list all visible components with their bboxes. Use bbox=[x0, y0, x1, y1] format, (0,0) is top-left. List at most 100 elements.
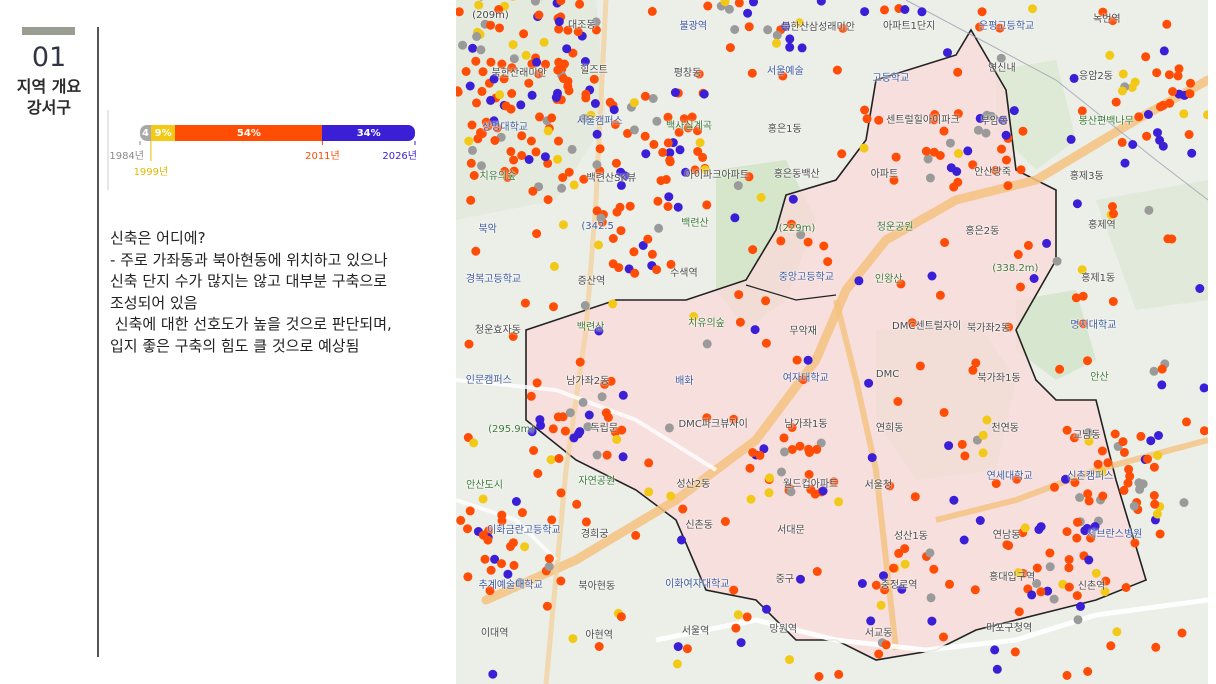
apartment-marker bbox=[477, 86, 487, 96]
apartment-marker bbox=[949, 495, 959, 505]
apartment-marker bbox=[472, 32, 482, 41]
apartment-marker bbox=[463, 572, 473, 582]
apartment-marker bbox=[1084, 555, 1094, 565]
apartment-marker bbox=[1141, 52, 1151, 62]
apartment-marker bbox=[871, 580, 881, 590]
map-place-label: 자연공원 bbox=[578, 475, 616, 487]
apartment-marker bbox=[1156, 102, 1165, 112]
apartment-marker bbox=[1072, 591, 1082, 601]
apartment-marker bbox=[463, 524, 472, 534]
apartment-marker bbox=[1159, 46, 1169, 56]
map-place-label: 상명대학교 bbox=[481, 122, 528, 134]
map-place-label: (229m) bbox=[778, 222, 816, 234]
apartment-marker bbox=[1103, 458, 1113, 468]
apartment-marker bbox=[554, 136, 563, 146]
apartment-marker bbox=[673, 642, 683, 652]
apartment-marker bbox=[747, 68, 757, 78]
apartment-marker bbox=[509, 155, 519, 165]
apartment-marker bbox=[814, 672, 824, 681]
apartment-marker bbox=[780, 447, 789, 457]
apartment-marker bbox=[1050, 482, 1059, 492]
apartment-marker bbox=[1097, 446, 1107, 456]
apartment-marker bbox=[1042, 238, 1052, 248]
apartment-marker bbox=[1118, 69, 1128, 79]
apartment-marker bbox=[469, 438, 479, 448]
apartment-marker bbox=[1062, 527, 1072, 537]
apartment-marker bbox=[834, 669, 844, 679]
apartment-marker bbox=[725, 43, 735, 53]
map-place-label: 백련산 bbox=[576, 321, 605, 333]
apartment-marker bbox=[761, 296, 771, 306]
map-place-label: 은평고등학교 bbox=[979, 21, 1035, 33]
chart-tick-label: 1984년 bbox=[109, 151, 144, 162]
description-line: 신축 단지 수가 많지는 않고 대부분 구축으로 bbox=[110, 272, 388, 290]
apartment-marker bbox=[867, 453, 877, 463]
apartment-marker bbox=[524, 78, 534, 88]
map-place-label: 북한산삼성래미안 bbox=[781, 22, 855, 34]
apartment-marker bbox=[528, 186, 538, 196]
apartment-marker bbox=[978, 430, 988, 440]
apartment-marker bbox=[1072, 199, 1082, 209]
map-place-label: 중앙고등학교 bbox=[778, 271, 834, 283]
map-place-label: 홍대입구역 bbox=[989, 572, 1036, 584]
apartment-marker bbox=[1177, 628, 1187, 638]
apartment-marker bbox=[556, 576, 566, 586]
apartment-marker bbox=[1187, 148, 1197, 158]
apartment-marker bbox=[647, 249, 657, 259]
apartment-marker bbox=[943, 48, 952, 58]
apartment-marker bbox=[508, 40, 518, 50]
apartment-marker bbox=[1118, 437, 1128, 447]
map-place-label: 서울청 bbox=[864, 480, 893, 492]
map-panel[interactable]: (209m) 대조동 불광역 북한산삼성래미안 아파트1단지 은평고등학교 녹번역 북한산래미… bbox=[456, 0, 1208, 684]
apartment-marker bbox=[567, 144, 577, 154]
apartment-marker bbox=[1155, 529, 1165, 539]
apartment-marker bbox=[549, 302, 558, 312]
apartment-marker bbox=[649, 139, 659, 149]
apartment-marker bbox=[1083, 356, 1092, 366]
apartment-marker bbox=[675, 145, 685, 155]
apartment-marker bbox=[465, 506, 475, 516]
apartment-marker bbox=[682, 644, 692, 654]
apartment-marker bbox=[652, 265, 662, 275]
apartment-marker bbox=[1073, 517, 1082, 527]
apartment-marker bbox=[927, 616, 937, 626]
apartment-marker bbox=[584, 410, 594, 420]
map-place-label: 명지대학교 bbox=[1070, 320, 1117, 332]
map-place-label: 고등학교 bbox=[872, 73, 910, 85]
apartment-marker bbox=[1157, 364, 1167, 374]
apartment-marker bbox=[1179, 109, 1189, 119]
apartment-marker bbox=[954, 149, 963, 158]
apartment-marker bbox=[520, 298, 530, 308]
apartment-marker bbox=[490, 136, 500, 145]
apartment-marker bbox=[917, 7, 927, 17]
apartment-marker bbox=[910, 492, 920, 502]
apartment-marker bbox=[763, 25, 773, 35]
apartment-marker bbox=[568, 634, 578, 644]
apartment-marker bbox=[733, 181, 743, 191]
apartment-marker bbox=[592, 129, 602, 139]
map-place-label: 경희궁 bbox=[580, 528, 609, 540]
map-place-label: 힐즈트 bbox=[580, 64, 608, 76]
map-place-label: 이대역 bbox=[480, 627, 509, 639]
apartment-marker bbox=[730, 25, 740, 34]
apartment-marker bbox=[1142, 131, 1152, 141]
apartment-marker bbox=[486, 20, 495, 30]
apartment-marker bbox=[595, 144, 605, 154]
apartment-marker bbox=[695, 138, 705, 148]
apartment-marker bbox=[733, 610, 743, 620]
apartment-marker bbox=[543, 195, 553, 205]
apartment-marker bbox=[724, 4, 734, 14]
apartment-marker bbox=[810, 489, 820, 499]
apartment-marker bbox=[745, 463, 755, 473]
apartment-marker bbox=[616, 612, 626, 622]
apartment-marker bbox=[968, 365, 978, 375]
apartment-marker bbox=[785, 42, 795, 52]
map-place-label: 인왕산 bbox=[874, 273, 903, 285]
apartment-marker bbox=[702, 339, 712, 349]
apartment-marker bbox=[750, 325, 760, 335]
apartment-marker bbox=[1062, 670, 1072, 680]
apartment-marker bbox=[575, 0, 585, 9]
apartment-marker bbox=[742, 612, 752, 622]
apartment-marker bbox=[608, 299, 618, 309]
apartment-marker bbox=[1105, 50, 1115, 60]
